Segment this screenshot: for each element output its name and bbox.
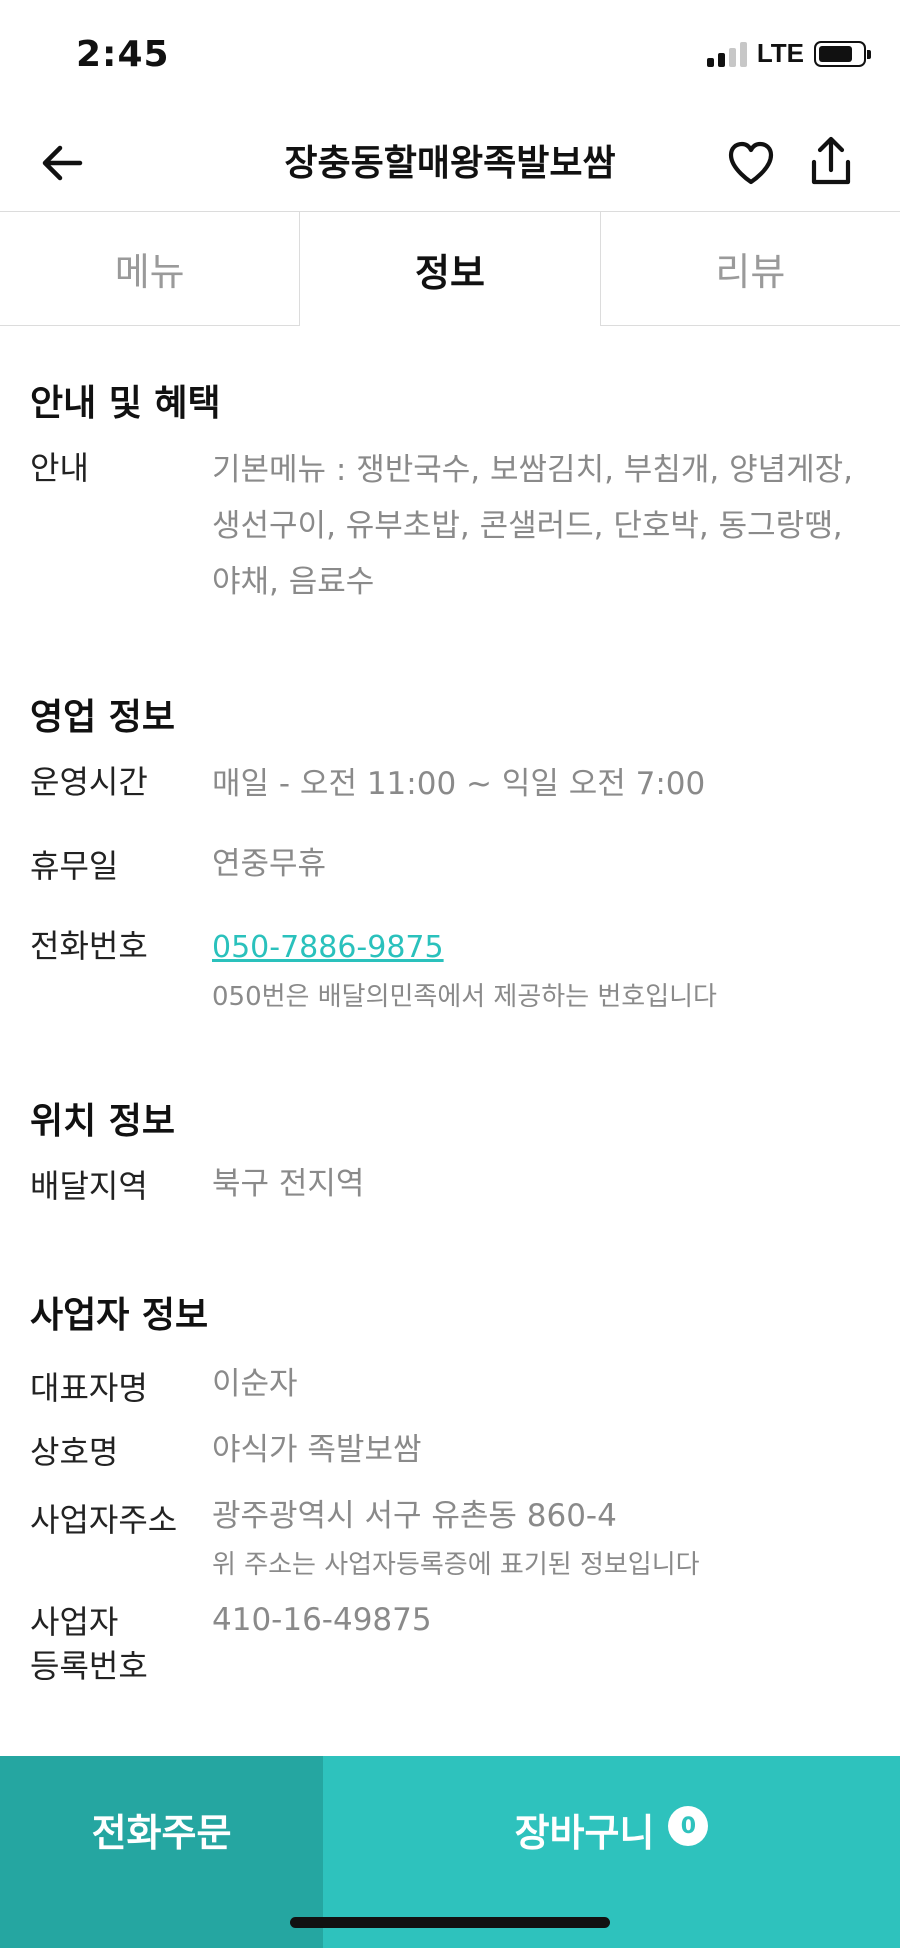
battery-icon — [814, 40, 871, 67]
store-header: 장충동할매왕족발보쌈 — [0, 110, 900, 212]
delivery-area-label: 배달지역 — [30, 1167, 148, 1205]
regno-label: 사업자 등록번호 — [30, 1600, 148, 1688]
tab-reviews[interactable]: 리뷰 — [600, 212, 900, 326]
cellular-signal-icon — [706, 41, 747, 67]
address-label: 사업자주소 — [30, 1501, 178, 1539]
phone-label: 전화번호 — [30, 927, 148, 965]
share-button[interactable] — [804, 132, 858, 190]
notice-value: 기본메뉴 : 쟁반국수, 보쌈김치, 부침개, 양념게장, 생선구이, 유부초밥… — [212, 442, 872, 610]
notice-line: 생선구이, 유부초밥, 콘샐러드, 단호박, 동그랑땡, — [212, 508, 843, 544]
call-order-button[interactable]: 전화주문 — [0, 1756, 323, 1948]
heart-icon — [728, 141, 774, 185]
section-title-business-info: 사업자 정보 — [30, 1295, 209, 1336]
notice-line: 기본메뉴 : 쟁반국수, 보쌈김치, 부침개, 양념게장, — [212, 452, 854, 488]
store-tabs: 메뉴 정보 리뷰 — [0, 212, 900, 326]
tab-menu[interactable]: 메뉴 — [0, 212, 300, 326]
owner-label: 대표자명 — [30, 1369, 148, 1407]
section-title-location: 위치 정보 — [30, 1101, 176, 1142]
company-label: 상호명 — [30, 1433, 119, 1471]
delivery-area-value: 북구 전지역 — [212, 1166, 365, 1202]
cart-label: 장바구니 — [514, 1811, 655, 1855]
company-value: 야식가 족발보쌈 — [212, 1432, 422, 1468]
status-bar: 2:45 LTE — [0, 0, 900, 110]
notice-label: 안내 — [30, 449, 89, 487]
owner-value: 이순자 — [212, 1366, 298, 1402]
regno-label-line: 사업자 — [30, 1603, 119, 1641]
hours-label: 운영시간 — [30, 763, 148, 801]
status-time: 2:45 — [76, 34, 170, 75]
network-type: LTE — [756, 38, 804, 68]
favorite-button[interactable] — [724, 136, 778, 190]
share-icon — [811, 136, 851, 185]
phone-number-link[interactable]: 050-7886-9875 — [212, 930, 444, 965]
status-indicators: LTE — [706, 38, 871, 69]
phone-note: 050번은 배달의민족에서 제공하는 번호입니다 — [212, 982, 717, 1012]
section-title-notice: 안내 및 혜택 — [30, 383, 221, 424]
address-value: 광주광역시 서구 유촌동 860-4 — [212, 1498, 617, 1534]
address-note: 위 주소는 사업자등록증에 표기된 정보입니다 — [212, 1550, 700, 1580]
holiday-value: 연중무휴 — [212, 846, 327, 882]
regno-label-line: 등록번호 — [30, 1647, 148, 1685]
section-title-business-hours: 영업 정보 — [30, 697, 176, 738]
call-order-label: 전화주문 — [91, 1811, 232, 1855]
regno-value: 410-16-49875 — [212, 1602, 432, 1638]
hours-value: 매일 - 오전 11:00 ~ 익일 오전 7:00 — [212, 766, 706, 802]
home-indicator[interactable] — [290, 1917, 610, 1928]
tab-info[interactable]: 정보 — [299, 212, 601, 326]
holiday-label: 휴무일 — [30, 847, 119, 885]
notice-line: 야채, 음료수 — [212, 564, 375, 600]
cart-count-badge: 0 — [668, 1806, 709, 1846]
